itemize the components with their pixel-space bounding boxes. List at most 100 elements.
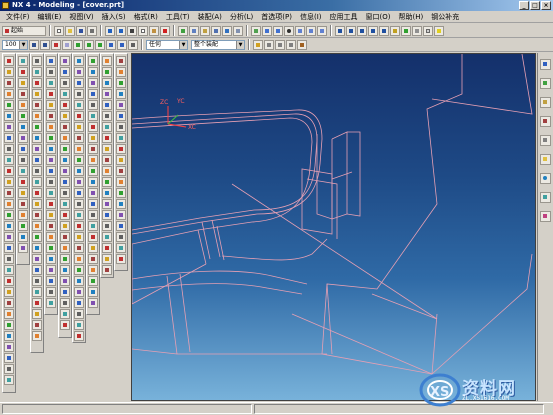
tool-button[interactable] xyxy=(4,78,14,88)
view-right-button[interactable] xyxy=(357,25,367,36)
tool-button[interactable] xyxy=(4,221,14,231)
delete-button[interactable] xyxy=(160,25,170,36)
menu-utilities[interactable]: 应用工具 xyxy=(326,11,362,23)
snap-midpoint-button[interactable] xyxy=(275,39,285,50)
tool-button[interactable] xyxy=(88,67,98,77)
tool-button[interactable] xyxy=(46,177,56,187)
part-navigator-tab[interactable] xyxy=(540,78,551,89)
tool-button[interactable] xyxy=(102,177,112,187)
menu-addon[interactable]: 钢公补充 xyxy=(427,11,463,23)
boss-button[interactable] xyxy=(295,25,305,36)
tool-button[interactable] xyxy=(60,265,70,275)
tool-button[interactable] xyxy=(116,122,126,132)
menu-view[interactable]: 视图(V) xyxy=(65,11,97,23)
tool-button[interactable] xyxy=(32,199,42,209)
tool-button[interactable] xyxy=(32,276,42,286)
tool-button[interactable] xyxy=(32,100,42,110)
tool-button[interactable] xyxy=(60,188,70,198)
tool-button[interactable] xyxy=(88,78,98,88)
menu-format[interactable]: 格式(R) xyxy=(130,11,162,23)
tool-button[interactable] xyxy=(4,67,14,77)
tool-button[interactable] xyxy=(4,122,14,132)
tool-button[interactable] xyxy=(60,122,70,132)
restore-button[interactable]: □ xyxy=(530,1,540,10)
tool-button[interactable] xyxy=(18,243,28,253)
menu-information[interactable]: 信息(I) xyxy=(296,11,326,23)
tool-button[interactable] xyxy=(18,155,28,165)
tool-button[interactable] xyxy=(4,155,14,165)
tool-button[interactable] xyxy=(88,155,98,165)
tool-button[interactable] xyxy=(18,122,28,132)
tool-button[interactable] xyxy=(4,166,14,176)
menu-assemblies[interactable]: 装配(A) xyxy=(194,11,226,23)
tool-button[interactable] xyxy=(88,177,98,187)
tool-button[interactable] xyxy=(18,166,28,176)
tool-button[interactable] xyxy=(18,144,28,154)
tool-button[interactable] xyxy=(4,276,14,286)
tool-button[interactable] xyxy=(32,122,42,132)
tool-button[interactable] xyxy=(4,320,14,330)
zoom-button[interactable] xyxy=(189,25,199,36)
tool-button[interactable] xyxy=(4,298,14,308)
tool-button[interactable] xyxy=(18,111,28,121)
tool-button[interactable] xyxy=(88,265,98,275)
tool-button[interactable] xyxy=(60,232,70,242)
tool-button[interactable] xyxy=(102,144,112,154)
tool-button[interactable] xyxy=(116,232,126,242)
web-browser-tab[interactable] xyxy=(540,173,551,184)
tool-button[interactable] xyxy=(18,188,28,198)
process-studio-tab[interactable] xyxy=(540,192,551,203)
menu-analysis[interactable]: 分析(L) xyxy=(226,11,257,23)
tool-button[interactable] xyxy=(60,89,70,99)
tool-button[interactable] xyxy=(32,177,42,187)
sketch-button[interactable] xyxy=(251,25,261,36)
tool-button[interactable] xyxy=(74,210,84,220)
snap-point-button[interactable] xyxy=(253,39,263,50)
tool-button[interactable] xyxy=(60,166,70,176)
tool-button[interactable] xyxy=(116,254,126,264)
tool-button[interactable] xyxy=(88,276,98,286)
tool-button[interactable] xyxy=(18,199,28,209)
tool-button[interactable] xyxy=(46,144,56,154)
tool-button[interactable] xyxy=(32,243,42,253)
tool-button[interactable] xyxy=(60,243,70,253)
tool-button[interactable] xyxy=(74,331,84,341)
tool-button[interactable] xyxy=(74,188,84,198)
tool-button[interactable] xyxy=(18,133,28,143)
close-button[interactable]: × xyxy=(541,1,551,10)
tool-button[interactable] xyxy=(88,133,98,143)
tool-button[interactable] xyxy=(4,89,14,99)
tool-button[interactable] xyxy=(116,100,126,110)
tool-button[interactable] xyxy=(4,364,14,374)
tool-button[interactable] xyxy=(116,166,126,176)
paste-button[interactable] xyxy=(149,25,159,36)
tool-button[interactable] xyxy=(46,155,56,165)
tool-button[interactable] xyxy=(116,221,126,231)
tool-button[interactable] xyxy=(102,100,112,110)
tool-button[interactable] xyxy=(88,122,98,132)
tool-button[interactable] xyxy=(102,111,112,121)
tool-button[interactable] xyxy=(60,199,70,209)
datum-button[interactable] xyxy=(73,39,83,50)
tool-button[interactable] xyxy=(32,210,42,220)
tool-button[interactable] xyxy=(32,232,42,242)
wcs-button[interactable] xyxy=(401,25,411,36)
tool-button[interactable] xyxy=(116,78,126,88)
view-top-button[interactable] xyxy=(346,25,356,36)
selection-scope-combo[interactable]: 整个装配 ▼ xyxy=(191,39,245,50)
tool-button[interactable] xyxy=(60,56,70,66)
tool-button[interactable] xyxy=(88,221,98,231)
point-button[interactable] xyxy=(40,39,50,50)
tool-button[interactable] xyxy=(102,78,112,88)
tool-button[interactable] xyxy=(74,199,84,209)
tool-button[interactable] xyxy=(60,298,70,308)
tool-button[interactable] xyxy=(32,331,42,341)
tool-button[interactable] xyxy=(46,199,56,209)
tool-button[interactable] xyxy=(4,243,14,253)
tool-button[interactable] xyxy=(32,188,42,198)
tool-button[interactable] xyxy=(74,298,84,308)
tool-button[interactable] xyxy=(88,287,98,297)
tool-button[interactable] xyxy=(116,56,126,66)
tool-button[interactable] xyxy=(18,210,28,220)
tool-button[interactable] xyxy=(88,298,98,308)
